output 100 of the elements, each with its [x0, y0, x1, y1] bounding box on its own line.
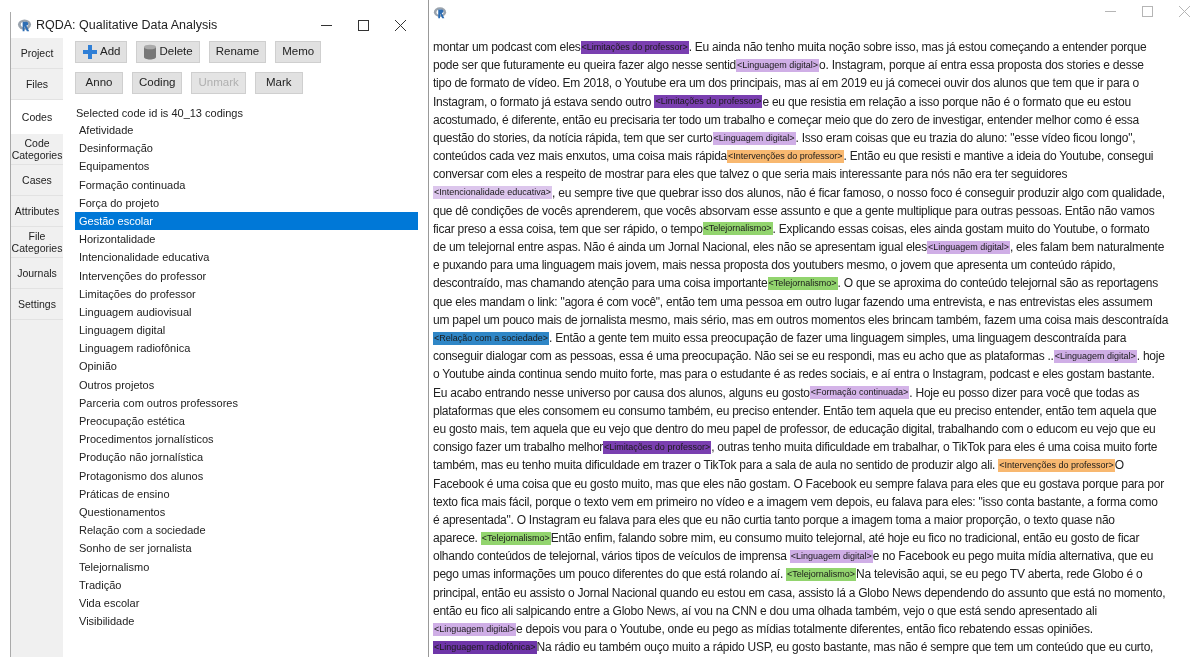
- transcript-text: olhando conteúdos de telejornal, vários tipos de veículos de imprensa: [433, 548, 788, 566]
- code-tag[interactable]: <Intencionalidade educativa>: [433, 186, 553, 200]
- transcript-text: então eu fico ali salpicando entre a Globo News, aí vou na CNN e dou uma olhada também, vejo o que está sendo apresentado ali: [433, 602, 1097, 620]
- code-list-item[interactable]: Produção não jornalística: [75, 448, 418, 467]
- toolbar-button[interactable]: Rename: [208, 41, 267, 63]
- toolbar-button[interactable]: Add: [75, 41, 128, 63]
- toolbar-button[interactable]: Mark: [254, 72, 303, 94]
- transcript-text: . Hoje eu posso dizer para você que todas as: [909, 384, 1140, 402]
- transcript-text: tipo de formato de vídeo. Em 2018, o Youtube era um dos principais, mas aí em 2019 eu já comecei ouvir dos alunos que tem que ir para o: [433, 75, 1140, 93]
- transcript-text: , outras tenho muita dificuldade em trabalhar, o TikTok para eles é uma coisa muito forte: [711, 439, 1158, 457]
- transcript-text: montar um podcast com eles: [433, 39, 581, 56]
- transcript-text: . Explicando essas coisas, eles ainda gostam muito do Youtube, o formato: [772, 220, 1150, 238]
- code-tag[interactable]: <Relação com a sociedade>: [433, 331, 550, 345]
- code-list-item[interactable]: Outros projetos: [75, 375, 418, 394]
- close-icon[interactable]: [395, 19, 406, 31]
- code-tag[interactable]: <Linguagem digital>: [736, 58, 820, 72]
- transcript-text: o Youtube ainda continua sendo muito forte, mas para o estudante é as redes sociais, e aí entra o Instagram, podcast e eles gostam bastante.: [433, 366, 1155, 384]
- code-list-item[interactable]: Protagonismo dos alunos: [75, 466, 418, 485]
- toolbar-button[interactable]: Anno: [75, 72, 123, 94]
- code-tag[interactable]: <Linguagem digital>: [433, 622, 517, 636]
- transcript-text: , eles falam bem naturalmente: [1009, 239, 1165, 257]
- transcript-text: pode ser que futuramente eu queira fazer algo nesse sentid: [433, 57, 737, 75]
- transcript-text: Na rádio eu também ouço muito a rápido USP, eu gosto bastante, mas não é sempre que tem um conteúdo que eu curto,: [536, 639, 1154, 657]
- app-logo-icon: [433, 6, 447, 20]
- maximize-icon[interactable]: [358, 19, 369, 31]
- sidebar-tab[interactable]: Codes: [11, 100, 63, 134]
- transcript-text: e puxando para uma linguagem mais jovem, mais nessa proposta dos youtubers mesmo, o jovem que apresenta um conteúdo rápido,: [433, 257, 1116, 275]
- transcript-text: e depois vou para o Youtube, onde eu pego as mídias totalmente diferentes, então fico rebatendo essas opiniões.: [516, 621, 1093, 638]
- code-list-item[interactable]: Parceria com outros professores: [75, 393, 418, 412]
- code-list-item[interactable]: Sonho de ser jornalista: [75, 539, 418, 558]
- code-list-item[interactable]: Telejornalismo: [75, 557, 418, 576]
- database-icon: [143, 44, 158, 60]
- code-tag[interactable]: <Telejornalismo>: [702, 222, 773, 236]
- transcript-text: conteúdos cada vez mais enxutos, uma coisa mais rápida: [433, 148, 727, 166]
- transcript-text: , eu sempre tive que quebrar isso dos alunos, não é ficar famoso, o nosso foco é conseguir produzir algo com qualidade,: [552, 184, 1165, 202]
- code-list-item[interactable]: Intervenções do professor: [75, 266, 418, 285]
- code-tag[interactable]: <Linguagem digital>: [926, 240, 1010, 254]
- toolbar-button[interactable]: Coding: [132, 72, 183, 94]
- toolbar-button[interactable]: Delete: [136, 41, 200, 63]
- transcript-text: principal, então eu assisto o Jornal Nacional quando eu estou em casa, assisto lá a Globo News dependendo do assunto que está no momento,: [433, 584, 1166, 602]
- code-list-item[interactable]: Linguagem radiofônica: [75, 339, 418, 358]
- code-tag[interactable]: <Intervenções do professor>: [727, 149, 844, 163]
- code-list-item[interactable]: Gestão escolar: [75, 211, 418, 231]
- transcript-text: e eu que resistia em relação a isso porque não é o formato que eu estou: [762, 93, 1131, 111]
- transcript-text: . Eu ainda não tenho muita noção sobre isso, mas já estou começando a entender porque: [688, 39, 1147, 56]
- transcript-text: conseguir dialogar com as pessoas, essa é uma preocupação. Não sei se eu respondi, mas eu acho que as plataformas ..: [433, 348, 1054, 366]
- transcript-text: também, mas eu tenho muita dificuldade em trazer o TikTok para a sala de aula no sentido de produzir algo ali.: [433, 457, 997, 475]
- transcript-text: questão do stories, da notícia rápida, tem que ser curto: [433, 129, 713, 147]
- transcript-text: ficar preso a essa coisa, tem que ser rápido, o tempo: [433, 220, 703, 238]
- code-list-item[interactable]: Visibilidade: [75, 612, 418, 631]
- code-list-item[interactable]: Práticas de ensino: [75, 484, 418, 503]
- transcript-text: plataformas que eles consomem eu consumo também, eu preciso entender. Então tem aquela que eu preciso entender, então tem aquela que: [433, 402, 1157, 420]
- transcript-text: descontraído, mas chamando atenção para uma coisa importante: [433, 275, 768, 293]
- code-list-item[interactable]: Opinião: [75, 357, 418, 376]
- transcript-text: . O que se aproxima do conteúdo telejornal são as reportagens: [837, 275, 1158, 293]
- transcript-text: consigo fazer um trabalho melhor: [433, 439, 604, 457]
- code-tag[interactable]: <Telejornalismo>: [767, 277, 838, 291]
- transcript-text: Na televisão aqui, se eu pego TV aberta, rede Globo é o: [856, 566, 1143, 584]
- code-list-item[interactable]: Desinformação: [75, 139, 418, 158]
- code-list-item[interactable]: Relação com a sociedade: [75, 521, 418, 540]
- code-list-item[interactable]: Tradição: [75, 575, 418, 594]
- app-logo-icon: [17, 17, 32, 33]
- transcript-text: . Então a gente tem muito essa preocupação de fazer uma linguagem simples, uma linguagem descontraída para: [549, 330, 1127, 347]
- transcript-text: que eles mandam o link: "agora é com você", então tem uma pessoa em outro lugar fazendo uma entrevista, e nas entrevistas eles assumem: [433, 293, 1153, 311]
- code-tag[interactable]: <Linguagem digital>: [712, 131, 796, 145]
- code-list-item[interactable]: Intencionalidade educativa: [75, 248, 418, 267]
- code-tag[interactable]: <Linguagem digital>: [1053, 349, 1137, 363]
- transcript-text: Então enfim, falando sobre mim, eu consumo muito telejornal, até hoje eu fico no tradicional, então eu gosto de ficar: [550, 530, 1140, 548]
- code-list-item[interactable]: Linguagem digital: [75, 321, 418, 340]
- transcript-text: . Isso eram coisas que eu trazia do aluno: "esse vídeo ficou longo",: [795, 129, 1136, 147]
- transcript-text: . Então eu que resisti e mantive a ideia do Youtube, consegui: [843, 148, 1154, 166]
- transcript-text: texto fica mais fácil, porque o texto vem em primeiro no vídeo e a imagem vem depois, eu falava para eles: "isso conta bastante, a forma como: [433, 493, 1158, 511]
- transcript-text: Eu acabo entrando nesse universo por causa dos alunos, alguns eu gosto: [433, 384, 810, 402]
- code-list-item[interactable]: Formação continuada: [75, 175, 418, 194]
- status-text: Selected code id is 40_13 codings: [75, 106, 244, 121]
- plus-icon: [82, 44, 98, 60]
- code-list-item[interactable]: Equipamentos: [75, 157, 418, 176]
- code-list-item[interactable]: Preocupação estética: [75, 412, 418, 431]
- transcript-text: de um telejornal entre aspas. Não é ainda um Jornal Nacional, eles não se apresentam igual eles: [433, 239, 927, 257]
- code-list-item[interactable]: Limitações do professor: [75, 284, 418, 303]
- code-list-item[interactable]: Questionamentos: [75, 502, 418, 522]
- code-list-item[interactable]: Horizontalidade: [75, 230, 418, 249]
- toolbar-button[interactable]: Memo: [275, 41, 322, 63]
- code-list-item[interactable]: Linguagem audiovisual: [75, 302, 418, 322]
- transcript-text: um papel um pouco mais de jornalista mesmo, mais sério, mas em outros momentos eles brincam também, fazem uma coisa mais descontraída: [433, 311, 1169, 329]
- transcript-text: Facebook é uma coisa que eu gosto muito, mas que eles não gostam. O Facebook eu sempre falava para eles que eu gostava porque para por: [433, 475, 1164, 493]
- code-list-item[interactable]: Procedimentos jornalísticos: [75, 430, 418, 449]
- code-tag[interactable]: <Telejornalismo>: [480, 531, 551, 545]
- code-list-item[interactable]: Vida escolar: [75, 593, 418, 613]
- code-tag[interactable]: <Intervenções do professor>: [998, 458, 1115, 472]
- window-title: RQDA: Qualitative Data Analysis: [36, 16, 218, 34]
- code-tag[interactable]: <Linguagem digital>: [789, 549, 873, 563]
- transcript-text: Instagram, o formato já estava sendo outro: [433, 93, 653, 111]
- code-list-item[interactable]: Afetividade: [75, 121, 418, 140]
- transcript-text: pego umas informações um pouco diferentes do que está rolando aí.: [433, 566, 784, 584]
- code-tag[interactable]: <Telejornalismo>: [786, 568, 857, 582]
- code-list-item[interactable]: Força do projeto: [75, 193, 418, 212]
- transcript-text: e no Facebook eu pego muita mídia alternativa, que eu: [872, 548, 1154, 566]
- transcript-text: que dê condições de vocês aprenderem, que vocês absorvam esse assunto e que a gente multiplique para outras pessoas. Então não vamos: [433, 202, 1155, 220]
- code-tag[interactable]: <Formação continuada>: [809, 386, 910, 400]
